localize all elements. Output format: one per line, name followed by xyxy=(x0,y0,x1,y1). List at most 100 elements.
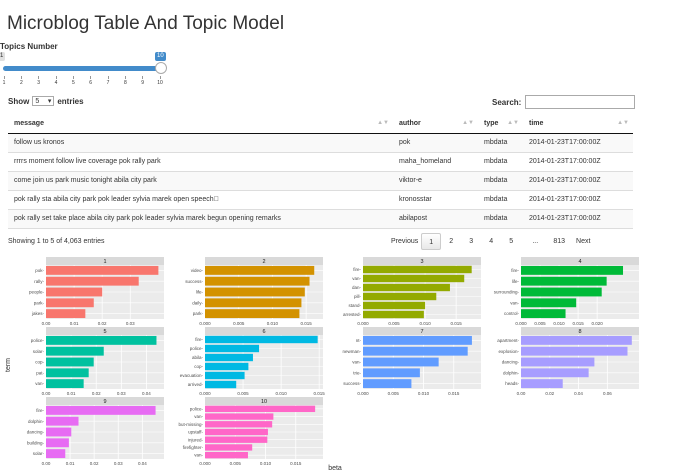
slider-tick-label: 7 xyxy=(104,76,112,86)
table-row[interactable]: follow us kronos pok mbdata 2014-01-23T1… xyxy=(8,133,633,153)
y-tick-label: cop- xyxy=(194,364,203,369)
y-tick-label: explosion- xyxy=(498,349,519,354)
page-ellipsis: ... xyxy=(532,238,539,245)
table-row[interactable]: come join us park music tonight abila ci… xyxy=(8,171,633,191)
cell-time: 2014-01-23T17:00:00Z xyxy=(523,152,633,172)
x-tick-label: 0.02 xyxy=(545,391,554,396)
page-button-1[interactable]: 1 xyxy=(421,233,442,250)
x-tick-label: 0.010 xyxy=(275,391,287,396)
y-tick-label: van- xyxy=(352,276,361,281)
facet-title: 5 xyxy=(103,329,106,335)
bar xyxy=(46,298,94,308)
column-header-time[interactable]: time ▲▼ xyxy=(523,114,633,134)
x-tick-label: 0.01 xyxy=(67,391,76,396)
bar xyxy=(46,379,84,389)
bar xyxy=(205,405,316,413)
cell-author: pok xyxy=(393,133,478,153)
y-tick-label: success- xyxy=(343,381,361,386)
x-tick-label: 0.01 xyxy=(70,321,79,326)
chevron-down-icon: ▾ xyxy=(47,98,52,105)
show-entries-control: Show 5 ▾ entries xyxy=(8,96,84,106)
y-tick-label: newman- xyxy=(342,349,361,354)
next-page-button[interactable]: Next xyxy=(569,233,597,250)
y-tick-label: pok- xyxy=(35,268,44,273)
y-tick-label: arrested- xyxy=(343,312,362,317)
y-tick-label: van- xyxy=(510,300,519,305)
x-tick-label: 0.04 xyxy=(142,391,151,396)
bar xyxy=(363,265,472,274)
bar xyxy=(363,310,424,319)
bar xyxy=(46,335,157,345)
search-label: Search: xyxy=(492,97,522,107)
page-button-5[interactable]: 5 xyxy=(501,233,521,250)
y-tick-label: fire- xyxy=(353,267,361,272)
y-tick-label: apartment- xyxy=(497,338,519,343)
column-header-type[interactable]: type ▲▼ xyxy=(478,114,523,134)
x-tick-label: 0.015 xyxy=(448,391,460,396)
column-header-label: author xyxy=(399,119,421,127)
x-tick-label: 0.015 xyxy=(451,321,463,326)
page-button-2[interactable]: 2 xyxy=(441,233,461,250)
entries-label: entries xyxy=(57,96,84,106)
column-header-author[interactable]: author ▲▼ xyxy=(393,114,478,134)
bar xyxy=(205,371,245,380)
x-tick-label: 0.02 xyxy=(90,461,99,466)
previous-page-button[interactable]: Previous xyxy=(388,233,421,250)
bar xyxy=(521,368,589,378)
x-tick-label: 0.005 xyxy=(233,321,245,326)
search-input[interactable] xyxy=(525,95,636,109)
slider-tick-label: 9 xyxy=(139,76,147,86)
page-button-4[interactable]: 4 xyxy=(481,233,501,250)
slider-handle[interactable] xyxy=(155,62,167,74)
x-tick-label: 0.04 xyxy=(138,461,147,466)
table-row[interactable]: pok rally set take place abila city park… xyxy=(8,209,633,229)
y-tick-label: van- xyxy=(35,381,44,386)
bar xyxy=(46,449,66,459)
cell-time: 2014-01-23T17:00:00Z xyxy=(523,133,633,153)
y-tick-label: firefighter- xyxy=(183,445,204,450)
bar xyxy=(521,357,595,367)
facet-title: 8 xyxy=(578,329,581,335)
x-tick-label: 0.02 xyxy=(98,321,107,326)
table-search: Search: xyxy=(492,95,636,109)
cell-type: mbdata xyxy=(478,209,523,229)
topics-number-slider[interactable]: 1 10 1 2 3 4 5 6 7 8 9 10 xyxy=(0,52,170,88)
column-header-message[interactable]: message ▲▼ xyxy=(8,114,393,134)
page-button-last[interactable]: 813 xyxy=(549,233,569,250)
entries-select[interactable]: 5 ▾ xyxy=(32,96,55,106)
x-tick-label: 0.000 xyxy=(515,321,527,326)
bar xyxy=(46,416,79,426)
cell-type: mbdata xyxy=(478,133,523,153)
y-tick-label: stand- xyxy=(348,303,361,308)
bar xyxy=(521,379,563,389)
bar xyxy=(205,413,274,420)
x-tick-label: 0.005 xyxy=(534,321,546,326)
bar xyxy=(46,276,139,286)
y-tick-label: cop- xyxy=(35,360,44,365)
page-button-3[interactable]: 3 xyxy=(461,233,481,250)
y-tick-label: dolphin- xyxy=(503,370,520,375)
x-tick-label: 0.06 xyxy=(603,391,612,396)
table-row[interactable]: rrrrs moment follow live coverage pok ra… xyxy=(8,152,633,172)
bar xyxy=(46,309,86,319)
y-tick-label: upstaff- xyxy=(188,430,203,435)
y-tick-label: people- xyxy=(29,290,45,295)
bar xyxy=(205,309,300,319)
bar xyxy=(363,368,420,378)
bar xyxy=(521,287,602,297)
x-tick-label: 0.010 xyxy=(419,321,431,326)
y-tick-label: fire- xyxy=(36,408,44,413)
x-tick-label: 0.010 xyxy=(418,391,430,396)
cell-author: maha_homeland xyxy=(393,152,478,172)
x-tick-label: 0.000 xyxy=(199,321,211,326)
y-tick-label: van- xyxy=(194,453,203,458)
slider-value-label: 10 xyxy=(155,52,166,61)
sort-icon: ▲▼ xyxy=(507,120,519,126)
y-tick-label: building- xyxy=(27,440,45,445)
x-tick-label: 0.00 xyxy=(42,321,51,326)
y-tick-label: arrived- xyxy=(188,382,204,387)
slider-track[interactable] xyxy=(3,66,161,71)
y-tick-label: police- xyxy=(190,346,204,351)
table-row[interactable]: pok rally sta abila city park pok leader… xyxy=(8,190,633,210)
facet-panel: 6 0.000 0.005 0.010 0.015 fire-police-abila-c… xyxy=(180,327,325,396)
